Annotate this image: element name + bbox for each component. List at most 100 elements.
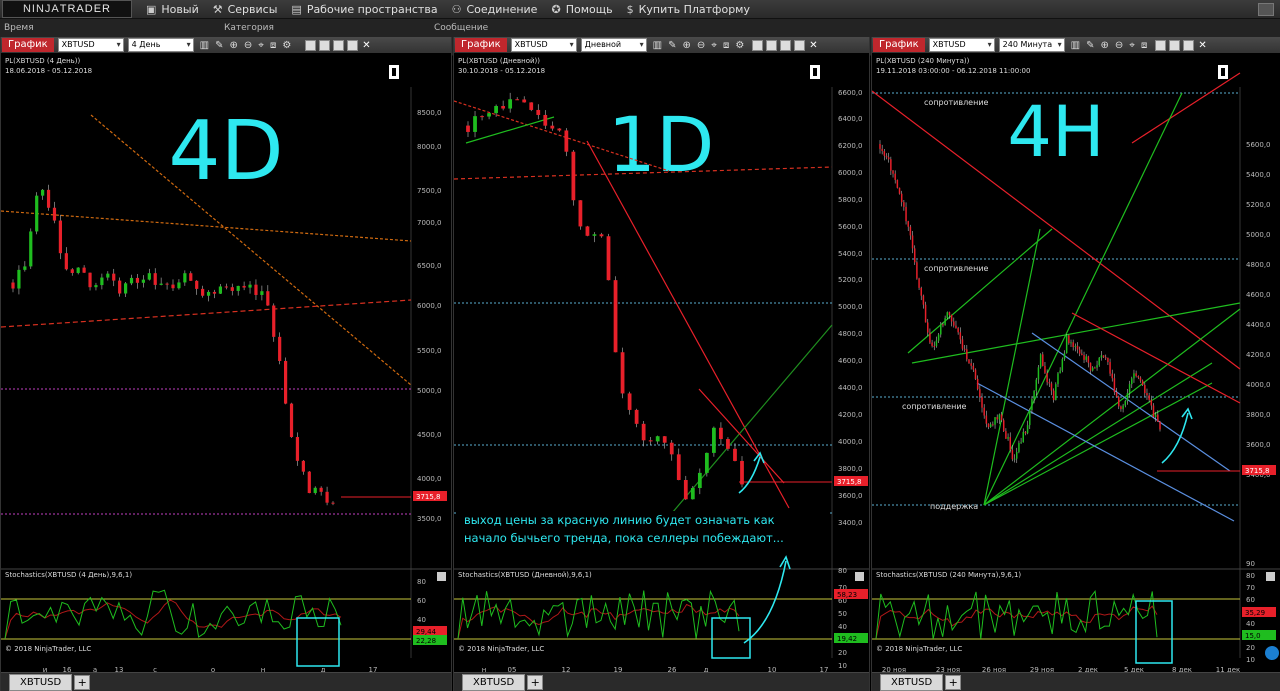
bar-type-icon[interactable]: ▥ — [653, 40, 662, 51]
layout-box-icon[interactable] — [780, 39, 792, 51]
indicators-icon[interactable]: ⧈ — [270, 40, 276, 51]
panel-menu-icon — [437, 572, 446, 581]
period-select[interactable]: 240 Минута — [998, 38, 1065, 52]
indicators-icon[interactable]: ⧈ — [1141, 40, 1147, 51]
period-select[interactable]: 4 День — [127, 38, 194, 52]
candle-body — [1148, 395, 1150, 400]
price-chart-4d[interactable]: PL(XBTUSD (4 День)) 18.06.2018 - 05.12.20… — [1, 53, 451, 673]
candle-body — [1139, 377, 1142, 381]
candle-body — [571, 151, 576, 201]
add-tab-button[interactable]: + — [74, 674, 91, 690]
candle-body — [1083, 355, 1085, 360]
price-chart-4h[interactable]: PL(XBTUSD (240 Минута)) 19.11.2018 03:00:… — [872, 53, 1280, 673]
crosshair-icon[interactable]: ⌖ — [1129, 40, 1135, 51]
close-icon[interactable]: ✕ — [1198, 40, 1206, 51]
close-icon[interactable]: ✕ — [362, 40, 370, 51]
layout-box-icon[interactable] — [1183, 39, 1195, 51]
strategy-icon[interactable]: ⚙ — [735, 40, 744, 51]
candle-body — [1048, 382, 1051, 384]
candle-body — [307, 471, 311, 494]
zoom-out-icon[interactable]: ⊖ — [244, 40, 252, 51]
menu-help[interactable]: ✪ Помощь — [551, 3, 612, 16]
price-chart-1d[interactable]: PL(XBTUSD (Дневной)) 30.10.2018 - 05.12.2… — [454, 53, 869, 673]
candle-body — [733, 448, 737, 461]
zoom-in-icon[interactable]: ⊕ — [230, 40, 238, 51]
period-select[interactable]: Дневной — [580, 38, 647, 52]
close-icon[interactable]: ✕ — [809, 40, 817, 51]
header-time[interactable]: Время — [4, 23, 34, 33]
zoom-out-icon[interactable]: ⊖ — [697, 40, 705, 51]
layout-box-icon[interactable] — [766, 39, 778, 51]
menu-new[interactable]: ▣ Новый — [146, 3, 199, 16]
candle-body — [942, 324, 944, 326]
menu-workspaces[interactable]: ▤ Рабочие пространства — [291, 3, 437, 16]
chart-menu-button[interactable]: График — [2, 38, 54, 52]
chart-menu-button[interactable]: График — [873, 38, 925, 52]
candle-body — [289, 403, 294, 438]
price-tick-label: 6600,0 — [838, 89, 863, 97]
layout-box-icon[interactable] — [752, 39, 764, 51]
candle-body — [82, 267, 86, 273]
chart-tab[interactable]: XBTUSD — [880, 673, 944, 691]
add-tab-button[interactable]: + — [945, 674, 962, 690]
add-tab-button[interactable]: + — [527, 674, 544, 690]
draw-icon[interactable]: ✎ — [668, 40, 676, 51]
candle-body — [195, 280, 199, 289]
zoom-in-icon[interactable]: ⊕ — [683, 40, 691, 51]
candle-body — [473, 116, 477, 132]
candle-body — [1022, 431, 1025, 443]
crosshair-icon[interactable]: ⌖ — [711, 40, 717, 51]
zoom-in-icon[interactable]: ⊕ — [1101, 40, 1109, 51]
bar-type-icon[interactable]: ▥ — [200, 40, 209, 51]
indicators-icon[interactable]: ⧈ — [723, 40, 729, 51]
strategy-icon[interactable]: ⚙ — [282, 40, 291, 51]
menu-buy[interactable]: $ Купить Платформу — [627, 3, 750, 16]
layout-box-icon[interactable] — [347, 39, 359, 51]
candle-body — [1037, 367, 1040, 380]
candle-body — [976, 378, 979, 390]
layout-box-icon[interactable] — [1155, 39, 1167, 51]
layout-box-icon[interactable] — [305, 39, 317, 51]
instrument-select[interactable]: XBTUSD — [57, 38, 124, 52]
bar-type-icon[interactable]: ▥ — [1071, 40, 1080, 51]
draw-icon[interactable]: ✎ — [1086, 40, 1094, 51]
menu-tools[interactable]: ⚒ Сервисы — [213, 3, 278, 16]
crosshair-icon[interactable]: ⌖ — [258, 40, 264, 51]
candle-body — [58, 220, 63, 254]
menu-connection[interactable]: ⚇ Соединение — [452, 3, 538, 16]
candle-body — [283, 360, 288, 404]
candle-body — [935, 340, 938, 347]
header-category[interactable]: Категория — [224, 23, 274, 33]
layout-box-icon[interactable] — [333, 39, 345, 51]
zoom-out-icon[interactable]: ⊖ — [1115, 40, 1123, 51]
candle-body — [224, 286, 228, 288]
last-price-value: 3715,8 — [837, 478, 862, 486]
header-message[interactable]: Сообщение — [434, 23, 488, 33]
logo-text-left: NINJA — [22, 3, 60, 15]
layout-box-icon[interactable] — [319, 39, 331, 51]
candle-body — [141, 279, 145, 283]
candle-body — [1068, 335, 1070, 344]
candle-body — [278, 336, 282, 361]
layout-box-icon[interactable] — [1169, 39, 1181, 51]
instrument-select[interactable]: XBTUSD — [510, 38, 577, 52]
copyright-text: © 2018 NinjaTrader, LLC — [5, 645, 91, 653]
candle-body — [1150, 399, 1153, 406]
candle-body — [1131, 378, 1133, 385]
instrument-select[interactable]: XBTUSD — [928, 38, 995, 52]
candle-body — [726, 439, 730, 449]
tools-icon: ⚒ — [212, 2, 223, 16]
layout-box-icon[interactable] — [794, 39, 806, 51]
draw-icon[interactable]: ✎ — [215, 40, 223, 51]
window-button[interactable] — [1258, 3, 1274, 16]
candle-body — [313, 487, 317, 494]
price-tick-label: 4500,0 — [417, 431, 442, 439]
new-icon: ▣ — [146, 2, 157, 16]
chart-tab[interactable]: XBTUSD — [9, 673, 73, 691]
chart-menu-button[interactable]: График — [455, 38, 507, 52]
indicator-title: Stochastics(XBTUSD (4 День),9,6,1) — [5, 571, 132, 579]
stoch-value: 19,42 — [837, 635, 857, 643]
candle-body — [1157, 414, 1159, 422]
stoch-tick-label: 10 — [1246, 656, 1255, 664]
chart-tab[interactable]: XBTUSD — [462, 673, 526, 691]
